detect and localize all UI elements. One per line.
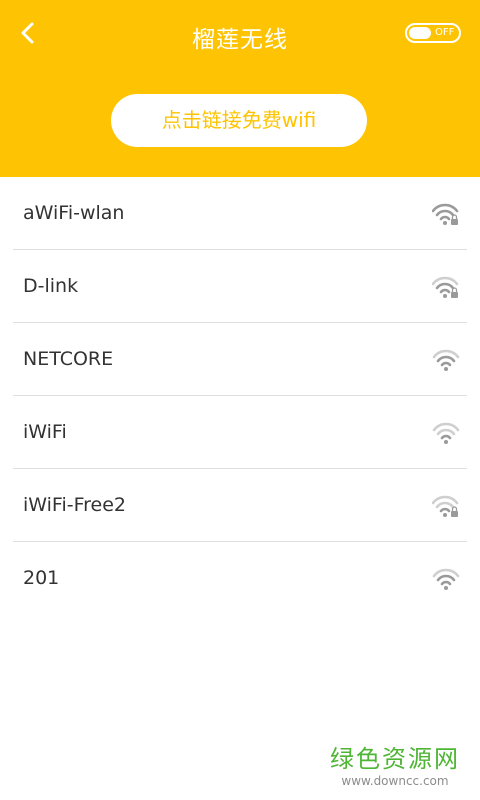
- network-list: aWiFi-wlan D-link NETCORE iWiFi iWiFi-Fr…: [0, 177, 480, 615]
- network-name: D-link: [23, 275, 79, 297]
- toggle-label: OFF: [435, 27, 455, 38]
- network-name: iWiFi: [23, 421, 67, 443]
- network-row[interactable]: D-link: [0, 250, 480, 323]
- network-row[interactable]: iWiFi-Free2: [0, 469, 480, 542]
- network-row[interactable]: NETCORE: [0, 323, 480, 396]
- header-bar: 榴莲无线 OFF 点击链接免费wifi: [0, 0, 480, 177]
- network-name: iWiFi-Free2: [23, 494, 127, 516]
- wifi-icon: [432, 349, 460, 371]
- connect-free-wifi-button[interactable]: 点击链接免费wifi: [111, 94, 367, 147]
- wifi-icon: [432, 422, 460, 444]
- network-row[interactable]: 201: [0, 542, 480, 615]
- wifi-lock-icon: [432, 495, 459, 517]
- wifi-lock-icon: [432, 276, 459, 298]
- network-row[interactable]: aWiFi-wlan: [0, 177, 480, 250]
- network-name: aWiFi-wlan: [23, 202, 125, 224]
- network-name: 201: [23, 567, 60, 589]
- toggle-knob: [409, 27, 431, 39]
- wifi-toggle[interactable]: OFF: [405, 23, 461, 43]
- wifi-icon: [432, 568, 460, 590]
- watermark-title: 绿色资源网: [330, 745, 460, 773]
- network-row[interactable]: iWiFi: [0, 396, 480, 469]
- watermark: 绿色资源网 www.downcc.com: [330, 744, 460, 788]
- watermark-url: www.downcc.com: [341, 774, 449, 788]
- wifi-lock-icon: [432, 203, 459, 225]
- network-name: NETCORE: [23, 348, 114, 370]
